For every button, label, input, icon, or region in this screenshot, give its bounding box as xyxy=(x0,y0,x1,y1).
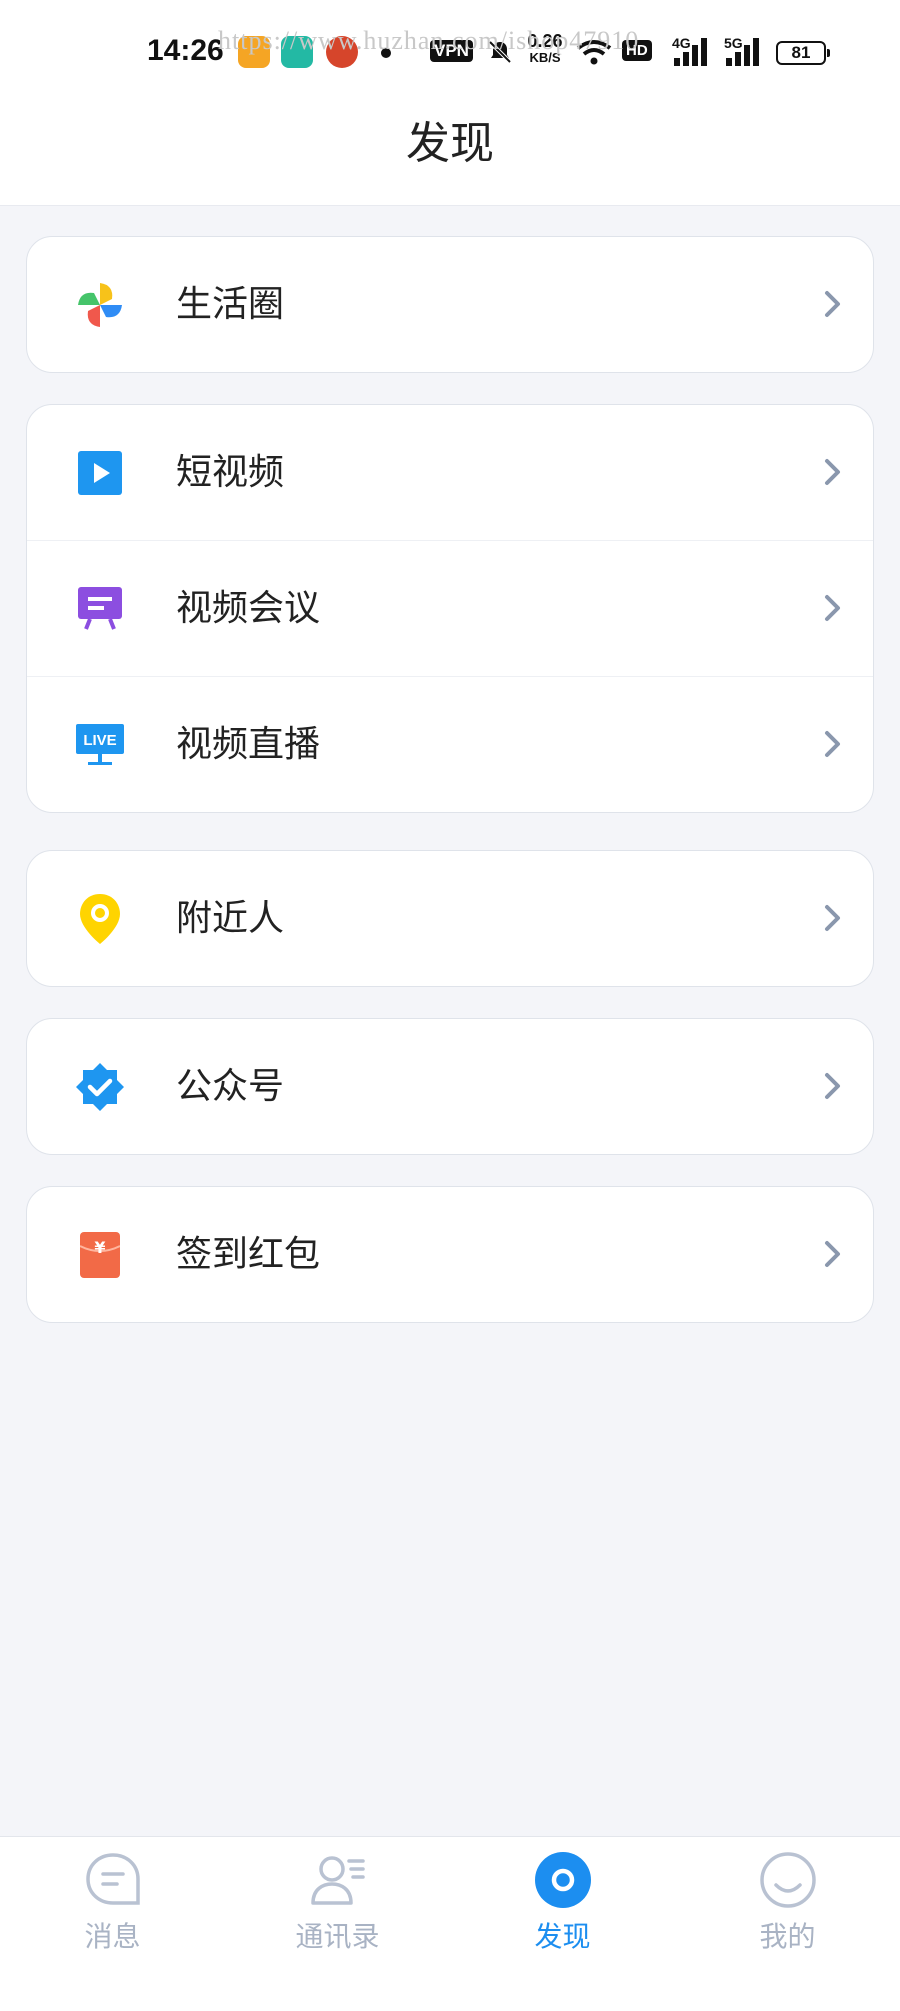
pinwheel-icon xyxy=(72,277,128,333)
page-title: 发现 xyxy=(406,118,494,169)
red-envelope-icon: ¥ xyxy=(72,1227,128,1283)
tab-label: 发现 xyxy=(534,1920,591,1953)
tab-label: 我的 xyxy=(759,1920,816,1953)
menu-item-checkin-red-packet[interactable]: ¥ 签到红包 xyxy=(27,1187,873,1322)
tab-messages[interactable]: 消息 xyxy=(0,1837,225,2011)
menu-item-label: 签到红包 xyxy=(176,1234,321,1275)
live-screen-icon: LIVE xyxy=(72,717,128,773)
chevron-right-icon xyxy=(817,1239,847,1269)
tab-contacts[interactable]: 通讯录 xyxy=(225,1837,450,2011)
menu-card-video: 短视频 视频会议 LIVE 视频直播 xyxy=(26,404,874,813)
tab-label: 消息 xyxy=(84,1920,141,1953)
chevron-right-icon xyxy=(817,1071,847,1101)
yuan-symbol: ¥ xyxy=(94,1238,105,1257)
location-pin-icon xyxy=(72,891,128,947)
signal-bars-icon xyxy=(724,36,762,66)
status-bar: 14:26 VPN 0.26 KB/S HD 4G 5G 81 https://… xyxy=(0,0,900,100)
contacts-icon xyxy=(309,1851,367,1909)
menu-item-nearby-people[interactable]: 附近人 xyxy=(27,851,873,986)
menu-item-label: 附近人 xyxy=(176,898,285,939)
menu-item-label: 视频会议 xyxy=(176,588,321,629)
menu-item-label: 生活圈 xyxy=(176,284,285,325)
chevron-right-icon xyxy=(817,593,847,623)
menu-item-moments[interactable]: 生活圈 xyxy=(27,237,873,372)
menu-item-label: 公众号 xyxy=(176,1066,285,1107)
menu-item-official-accounts[interactable]: 公众号 xyxy=(27,1019,873,1154)
chevron-right-icon xyxy=(817,289,847,319)
live-badge-text: LIVE xyxy=(83,732,116,749)
chevron-right-icon xyxy=(817,729,847,759)
menu-item-label: 视频直播 xyxy=(176,724,321,765)
bottom-tab-bar: 消息 通讯录 发现 我的 xyxy=(0,1836,900,2011)
menu-item-short-video[interactable]: 短视频 xyxy=(27,405,873,540)
tab-profile[interactable]: 我的 xyxy=(675,1837,900,2011)
meeting-board-icon xyxy=(72,581,128,637)
play-video-icon xyxy=(72,445,128,501)
menu-item-live-stream[interactable]: LIVE 视频直播 xyxy=(27,676,873,812)
menu-item-label: 短视频 xyxy=(176,452,285,493)
smiley-profile-icon xyxy=(759,1851,817,1909)
watermark-text: https://www.huzhan.com/ishop47910 xyxy=(218,26,640,55)
verified-badge-icon xyxy=(72,1059,128,1115)
status-time: 14:26 xyxy=(147,34,224,67)
page-header: 发现 xyxy=(0,100,900,206)
chevron-right-icon xyxy=(817,903,847,933)
message-bubble-icon xyxy=(84,1851,142,1909)
signal-bars-icon xyxy=(672,36,710,66)
tab-discover[interactable]: 发现 xyxy=(450,1837,675,2011)
tab-label: 通讯录 xyxy=(295,1920,380,1953)
menu-card-official-accounts: 公众号 xyxy=(26,1018,874,1155)
chevron-right-icon xyxy=(817,457,847,487)
menu-card-nearby: 附近人 xyxy=(26,850,874,987)
menu-card-moments: 生活圈 xyxy=(26,236,874,373)
menu-card-red-packet: ¥ 签到红包 xyxy=(26,1186,874,1323)
menu-item-video-meeting[interactable]: 视频会议 xyxy=(27,540,873,676)
discover-icon xyxy=(534,1851,592,1909)
battery-icon: 81 xyxy=(776,41,830,65)
